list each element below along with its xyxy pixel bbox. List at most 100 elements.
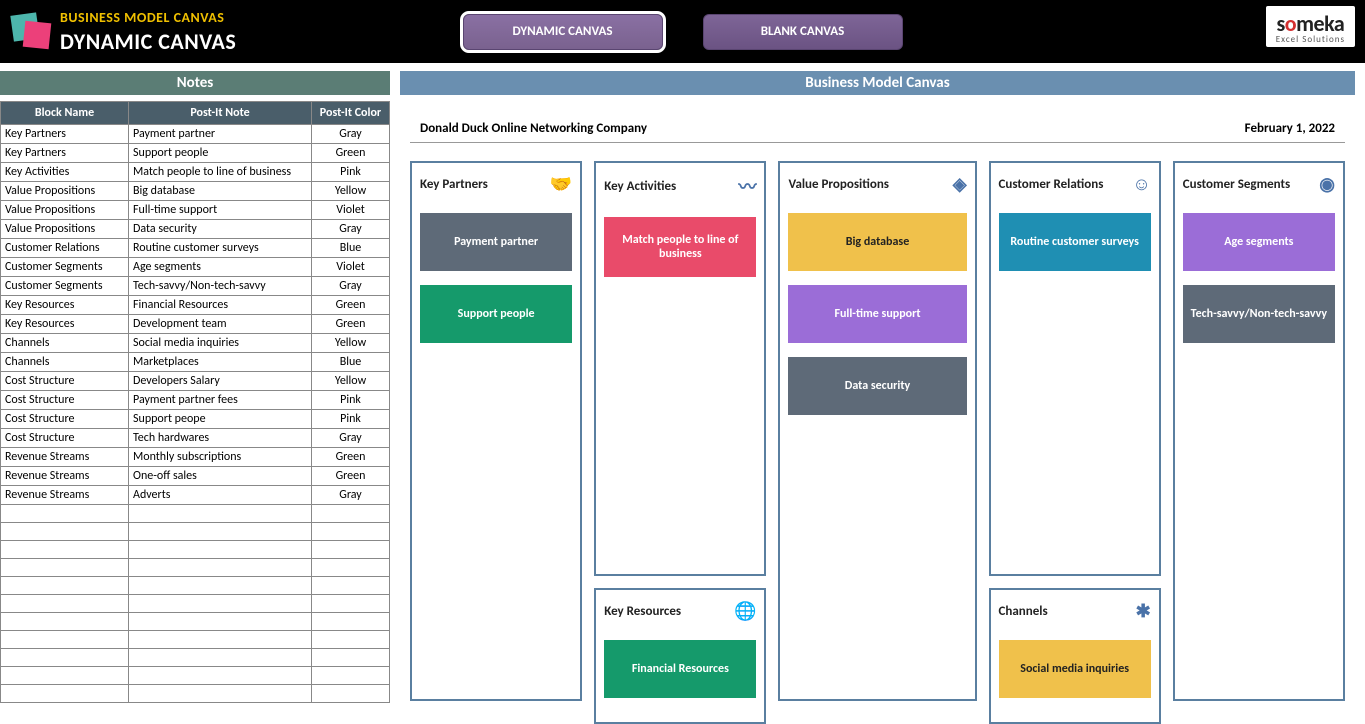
cell-note[interactable]: Tech-savvy/Non-tech-savvy [129,277,312,296]
post-it-note[interactable]: Support people [420,285,572,343]
cell-color[interactable]: Yellow [312,372,390,391]
table-row[interactable] [1,523,390,541]
cell-note[interactable]: One-off sales [129,467,312,486]
post-it-note[interactable]: Data security [788,357,966,415]
cell-note[interactable]: Developers Salary [129,372,312,391]
cell-color[interactable]: Gray [312,429,390,448]
cell-color[interactable] [312,523,390,541]
cell-block[interactable]: Cost Structure [1,429,129,448]
table-row[interactable] [1,541,390,559]
table-row[interactable] [1,505,390,523]
table-row[interactable] [1,577,390,595]
cell-color[interactable] [312,559,390,577]
table-row[interactable]: Key PartnersSupport peopleGreen [1,144,390,163]
cell-note[interactable] [129,667,312,685]
cell-block[interactable] [1,505,129,523]
post-it-note[interactable]: Payment partner [420,213,572,271]
cell-color[interactable]: Blue [312,353,390,372]
table-row[interactable] [1,595,390,613]
cell-note[interactable]: Payment partner [129,125,312,144]
cell-note[interactable] [129,505,312,523]
cell-color[interactable]: Pink [312,391,390,410]
cell-block[interactable]: Value Propositions [1,220,129,239]
cell-block[interactable]: Revenue Streams [1,467,129,486]
cell-block[interactable] [1,595,129,613]
cell-color[interactable]: Gray [312,277,390,296]
cell-note[interactable] [129,631,312,649]
table-row[interactable]: ChannelsSocial media inquiriesYellow [1,334,390,353]
table-row[interactable] [1,667,390,685]
cell-block[interactable] [1,631,129,649]
cell-color[interactable]: Green [312,144,390,163]
table-row[interactable]: Cost StructureDevelopers SalaryYellow [1,372,390,391]
cell-color[interactable]: Green [312,467,390,486]
cell-block[interactable] [1,649,129,667]
cell-color[interactable]: Gray [312,125,390,144]
cell-note[interactable]: Match people to line of business [129,163,312,182]
cell-color[interactable] [312,577,390,595]
table-row[interactable] [1,631,390,649]
cell-note[interactable]: Marketplaces [129,353,312,372]
table-row[interactable] [1,559,390,577]
table-row[interactable]: Value PropositionsBig databaseYellow [1,182,390,201]
cell-note[interactable]: Payment partner fees [129,391,312,410]
post-it-note[interactable]: Tech-savvy/Non-tech-savvy [1183,285,1335,343]
post-it-note[interactable]: Match people to line of business [604,217,756,277]
table-row[interactable]: Key PartnersPayment partnerGray [1,125,390,144]
cell-color[interactable] [312,649,390,667]
cell-color[interactable] [312,541,390,559]
post-it-note[interactable]: Social media inquiries [999,640,1151,698]
table-row[interactable]: Customer SegmentsAge segmentsViolet [1,258,390,277]
cell-block[interactable]: Channels [1,353,129,372]
cell-block[interactable]: Customer Segments [1,277,129,296]
cell-note[interactable]: Support peope [129,410,312,429]
cell-note[interactable] [129,649,312,667]
cell-block[interactable]: Customer Relations [1,239,129,258]
cell-block[interactable] [1,577,129,595]
post-it-note[interactable]: Full-time support [788,285,966,343]
cell-color[interactable] [312,595,390,613]
cell-block[interactable]: Revenue Streams [1,448,129,467]
cell-block[interactable]: Cost Structure [1,410,129,429]
cell-note[interactable]: Social media inquiries [129,334,312,353]
cell-note[interactable]: Support people [129,144,312,163]
cell-block[interactable]: Cost Structure [1,372,129,391]
cell-note[interactable] [129,613,312,631]
cell-note[interactable]: Tech hardwares [129,429,312,448]
cell-color[interactable]: Green [312,315,390,334]
cell-block[interactable]: Key Activities [1,163,129,182]
cell-note[interactable] [129,577,312,595]
cell-color[interactable]: Blue [312,239,390,258]
post-it-note[interactable]: Age segments [1183,213,1335,271]
cell-block[interactable]: Cost Structure [1,391,129,410]
table-row[interactable]: Value PropositionsData securityGray [1,220,390,239]
cell-block[interactable]: Key Partners [1,144,129,163]
tab-blank-canvas[interactable]: BLANK CANVAS [703,14,903,50]
post-it-note[interactable]: Financial Resources [604,640,756,698]
cell-block[interactable]: Customer Segments [1,258,129,277]
cell-color[interactable]: Yellow [312,334,390,353]
cell-block[interactable]: Value Propositions [1,201,129,220]
cell-block[interactable]: Key Resources [1,315,129,334]
cell-color[interactable] [312,613,390,631]
table-row[interactable]: Key ActivitiesMatch people to line of bu… [1,163,390,182]
cell-color[interactable]: Yellow [312,182,390,201]
cell-color[interactable]: Green [312,296,390,315]
cell-note[interactable]: Routine customer surveys [129,239,312,258]
cell-color[interactable]: Pink [312,410,390,429]
table-row[interactable]: Cost StructurePayment partner feesPink [1,391,390,410]
table-row[interactable]: Cost StructureSupport peopePink [1,410,390,429]
cell-block[interactable] [1,667,129,685]
cell-color[interactable] [312,667,390,685]
cell-color[interactable]: Violet [312,201,390,220]
cell-note[interactable]: Development team [129,315,312,334]
table-row[interactable] [1,613,390,631]
cell-block[interactable] [1,613,129,631]
table-row[interactable] [1,649,390,667]
cell-block[interactable]: Value Propositions [1,182,129,201]
post-it-note[interactable]: Routine customer surveys [999,213,1151,271]
cell-note[interactable] [129,523,312,541]
cell-block[interactable] [1,559,129,577]
cell-note[interactable]: Big database [129,182,312,201]
table-row[interactable]: Revenue StreamsOne-off salesGreen [1,467,390,486]
